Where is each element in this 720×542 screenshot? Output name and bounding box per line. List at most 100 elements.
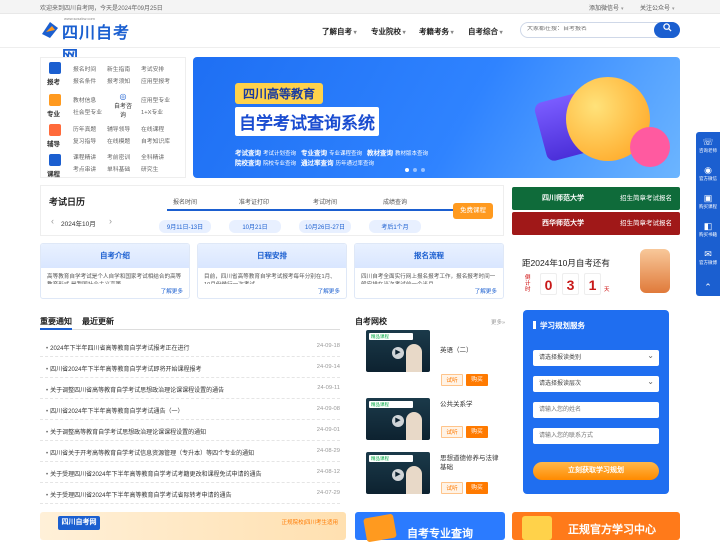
pagination-dot[interactable] <box>421 168 425 172</box>
trial-button[interactable]: 试听 <box>441 482 463 494</box>
sidebar-buy-books[interactable]: ◧ 购买书籍 <box>696 218 720 244</box>
link-graduate[interactable]: 研究生 <box>141 164 158 173</box>
book-icon: ◧ <box>703 221 713 231</box>
play-icon[interactable]: ▶ <box>392 347 404 359</box>
link-pre-exam[interactable]: 考前密训 <box>107 152 130 161</box>
tab-important[interactable]: 重要通知 <box>40 316 72 330</box>
sidebar-wechat[interactable]: ◉ 官方微信 <box>696 162 720 188</box>
pagination-dot[interactable] <box>405 168 409 172</box>
course-name[interactable]: 思想道德修养与法律基础 <box>440 454 504 472</box>
play-icon[interactable]: ▶ <box>392 415 404 427</box>
floating-sidebar: ☏ 咨询老师 ◉ 官方微信 ▣ 购买课程 ◧ 购买书籍 ✉ 官方微博 <box>696 132 720 296</box>
course-thumbnail[interactable]: 精品课程 ▶ <box>366 330 430 372</box>
learn-more-link[interactable]: 了解更多 <box>475 287 497 295</box>
news-item[interactable]: 关于受理四川省2024年下半年高等教育自学考试考籍更改和课程免试申请的通告24-… <box>40 462 340 483</box>
school-banner-sicnu[interactable]: 四川师范大学 招生简章考试报名 <box>512 187 680 210</box>
link-applied-apply[interactable]: 应用型报考 <box>141 76 170 85</box>
news-item[interactable]: 四川省2024年下半年高等教育自学考试即将开始课程报考24-09-14 <box>40 357 340 378</box>
link-apply-time[interactable]: 报名时间 <box>73 64 96 73</box>
more-link[interactable]: 更多» <box>491 318 505 326</box>
search-button[interactable] <box>654 22 680 38</box>
logo-mark-icon <box>42 22 58 38</box>
news-item[interactable]: 2024年下半年四川省高等教育自学考试报考正在进行24-09-18 <box>40 336 340 357</box>
news-item[interactable]: 关于调整四川省高等教育自学考试思想政治理论课课程设置的通告24-09-11 <box>40 378 340 399</box>
link-review-guide[interactable]: 复习指导 <box>73 136 96 145</box>
learn-more-link[interactable]: 了解更多 <box>318 287 340 295</box>
link-online-course[interactable]: 在线课程 <box>141 124 164 133</box>
back-to-top-button[interactable]: ⌃ <box>696 278 720 296</box>
search-icon <box>662 23 672 32</box>
study-plan-form: 学习规划服务 请选择报读类别 请选择报读层次 立刻获取学习规划 <box>512 306 680 496</box>
phone-input[interactable] <box>533 428 659 444</box>
sidebar-buy-course[interactable]: ▣ 购买课程 <box>696 190 720 216</box>
buy-button[interactable]: 购买 <box>466 374 488 386</box>
promo-banner-center[interactable]: 正规官方学习中心 <box>512 512 680 540</box>
buy-button[interactable]: 购买 <box>466 482 488 494</box>
school-banner-cwnu[interactable]: 西华师范大学 招生简章考试报名 <box>512 212 680 235</box>
name-input[interactable] <box>533 402 659 418</box>
course-icon: ▣ <box>703 193 713 203</box>
card-title: 报名流程 <box>355 244 503 268</box>
link-apply-condition[interactable]: 报名条件 <box>73 76 96 85</box>
level-select[interactable]: 请选择报读层次 <box>533 374 659 392</box>
play-icon[interactable]: ▶ <box>392 469 404 481</box>
stage-label: 准考证打印 <box>239 200 270 206</box>
news-item[interactable]: 关于调整高等教育自学考试思想政治理论课课程设置的通知24-09-01 <box>40 420 340 441</box>
countdown-title: 距2024年10月自考还有 <box>522 258 610 268</box>
news-item[interactable]: 四川省关于开考高等教育自学考试信息资源管理（专升本）等四个专业的通知24-08-… <box>40 441 340 462</box>
nav-exam-affairs[interactable]: 考籍考务 <box>419 26 454 37</box>
category-select[interactable]: 请选择报读类别 <box>533 348 659 366</box>
category-label: 课程 <box>47 171 60 178</box>
category-tutoring: 辅导 历年真题 辅导领导 在线课程 复习指导 在线模题 自考知识库 <box>41 120 187 150</box>
course-thumbnail[interactable]: 精品课程 ▶ <box>366 398 430 440</box>
timeline-line <box>167 209 467 211</box>
link-social-major[interactable]: 社会型专业 <box>73 107 102 116</box>
course-name[interactable]: 公共关系学 <box>440 400 504 409</box>
free-course-button[interactable]: 免费课程 <box>453 203 493 219</box>
site-logo[interactable]: www.scszkw.com 四川自考网 <box>40 16 140 66</box>
hero-banner[interactable]: 四川高等教育 自学考试查询系统 考试查询 考试计划查询 专业查询 专业课程查询 教材… <box>193 57 680 178</box>
sidebar-consult[interactable]: ☏ 咨询老师 <box>696 134 720 160</box>
add-wechat-link[interactable]: 添加微信号 <box>589 3 624 12</box>
promo-banner-left[interactable]: 四川自考网 正规院校|四川考生适用 <box>40 512 346 540</box>
link-online-mock[interactable]: 在线模题 <box>107 136 130 145</box>
link-course-lecture[interactable]: 课程精讲 <box>73 152 96 161</box>
news-item[interactable]: 关于受理四川省2024年下半年高等教育自学考试省际转考申请的通告24-07-29 <box>40 483 340 504</box>
link-textbook[interactable]: 教材信息 <box>73 95 96 104</box>
trial-button[interactable]: 试听 <box>441 374 463 386</box>
course-thumbnail[interactable]: 精品课程 ▶ <box>366 452 430 494</box>
banner-feature: 教材查询 教材版本查询 <box>367 150 429 157</box>
buy-button[interactable]: 购买 <box>466 426 488 438</box>
news-item[interactable]: 四川省2024年下半年高等教育自学考试通告（一）24-09-08 <box>40 399 340 420</box>
card-body: 目前，四川省高等教育自学考试报考每年分别在1月、10月份举行一次考试... <box>204 274 336 284</box>
learn-more-link[interactable]: 了解更多 <box>161 287 183 295</box>
trial-button[interactable]: 试听 <box>441 426 463 438</box>
consult-button[interactable]: ◎ 自考咨询 <box>113 92 133 119</box>
search-input[interactable] <box>527 26 647 32</box>
link-key-points[interactable]: 考点串讲 <box>73 164 96 173</box>
course-name[interactable]: 英语（二） <box>440 346 504 355</box>
get-plan-button[interactable]: 立刻获取学习规划 <box>533 462 659 480</box>
calendar-month[interactable]: 2024年10月 <box>51 216 111 228</box>
link-applied-major[interactable]: 应用型专业 <box>141 95 170 104</box>
link-past-papers[interactable]: 历年真题 <box>73 124 96 133</box>
link-exam-schedule[interactable]: 考试安排 <box>141 64 164 73</box>
link-1x-major[interactable]: 1+X专业 <box>141 107 163 116</box>
chevron-up-icon: ⌃ <box>704 282 712 292</box>
promo-banner-major[interactable]: 自考专业查询 <box>355 512 505 542</box>
link-tutor-lead[interactable]: 辅导领导 <box>107 124 130 133</box>
follow-account-link[interactable]: 关注公众号 <box>640 3 675 12</box>
nav-majors[interactable]: 专业院校 <box>371 26 406 37</box>
link-full-lecture[interactable]: 全科精讲 <box>141 152 164 161</box>
tab-recent[interactable]: 最近更新 <box>82 316 114 327</box>
link-knowledge-base[interactable]: 自考知识库 <box>141 136 170 145</box>
pagination-dot[interactable] <box>413 168 417 172</box>
link-apply-notice[interactable]: 报考须知 <box>107 76 130 85</box>
link-guide[interactable]: 新生指南 <box>107 64 130 73</box>
countdown-digit: 0 <box>540 273 557 295</box>
link-single-basic[interactable]: 单科基础 <box>107 164 130 173</box>
school-name: 四川师范大学 <box>542 195 584 202</box>
sidebar-weibo[interactable]: ✉ 官方微博 <box>696 246 720 272</box>
nav-general[interactable]: 自考综合 <box>468 26 503 37</box>
nav-understand[interactable]: 了解自考 <box>322 26 357 37</box>
